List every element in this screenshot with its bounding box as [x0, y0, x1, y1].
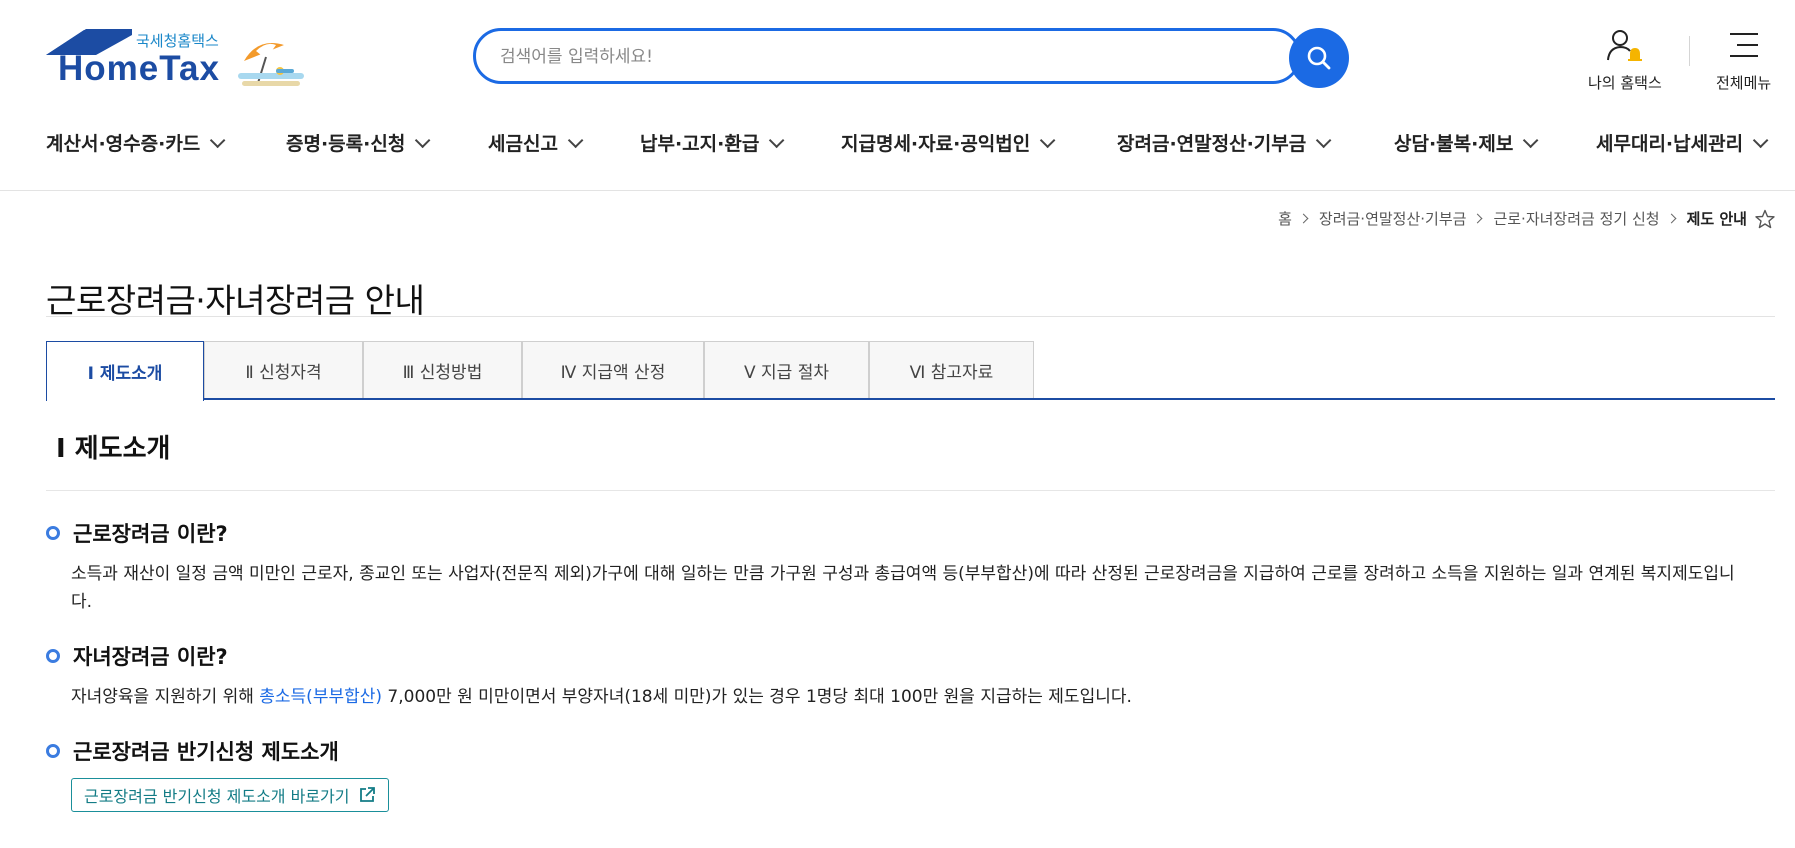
- gnb-item-label: 증명·등록·신청: [286, 132, 406, 155]
- chevron-down-icon: [1523, 132, 1539, 148]
- work-incentive-block: 근로장려금 이란? 소득과 재산이 일정 금액 미만인 근로자, 종교인 또는 …: [46, 518, 1746, 616]
- all-menu-label: 전체메뉴: [1716, 74, 1772, 92]
- all-menu-button[interactable]: 전체메뉴: [1716, 28, 1771, 93]
- tab-procedure[interactable]: Ⅴ 지급 절차: [704, 341, 869, 399]
- gnb-item-consulting[interactable]: 상담·불복·제보: [1394, 124, 1539, 160]
- chevron-right-icon: [1473, 213, 1483, 224]
- chevron-down-icon: [1040, 132, 1056, 148]
- gnb-item-certificate[interactable]: 증명·등록·신청: [286, 124, 431, 160]
- child-incentive-block: 자녀장려금 이란? 자녀양육을 지원하기 위해 총소득(부부합산) 7,000만…: [46, 641, 1746, 711]
- beach-umbrella-icon: [238, 43, 304, 86]
- external-link-icon: [359, 787, 375, 802]
- gnb-item-incentive[interactable]: 장려금·연말정산·기부금: [1117, 124, 1332, 160]
- breadcrumb-current: 제도 안내: [1686, 210, 1747, 228]
- logo-subtitle: 국세청홈택스: [136, 32, 219, 50]
- my-hometax-button[interactable]: 나의 홈택스: [1588, 28, 1662, 93]
- gnb-item-label: 세무대리·납세관리: [1596, 132, 1744, 155]
- breadcrumb-home[interactable]: 홈: [1278, 208, 1292, 229]
- search-box: [473, 28, 1301, 84]
- circle-bullet-icon: [46, 649, 60, 663]
- hometax-logo[interactable]: 국세청홈택스 HomeTax: [46, 27, 306, 97]
- chevron-down-icon: [769, 132, 785, 148]
- breadcrumb: 홈 장려금·연말정산·기부금 근로·자녀장려금 정기 신청 제도 안내: [1278, 208, 1775, 229]
- favorite-star-icon[interactable]: [1755, 209, 1775, 229]
- chevron-right-icon: [1666, 213, 1677, 224]
- tab-underline: [204, 398, 1775, 400]
- tab-intro[interactable]: Ⅰ 제도소개: [46, 341, 204, 401]
- breadcrumb-regular-apply[interactable]: 근로·자녀장려금 정기 신청: [1493, 208, 1659, 229]
- heading-text: 자녀장려금 이란?: [73, 645, 228, 669]
- search-icon: [1307, 46, 1331, 70]
- block-heading: 자녀장려금 이란?: [46, 641, 1746, 671]
- chevron-right-icon: [1298, 213, 1309, 224]
- gnb-item-invoice[interactable]: 계산서·영수증·카드: [46, 124, 226, 160]
- total-income-link[interactable]: 총소득(부부합산): [259, 687, 382, 707]
- block-heading: 근로장려금 반기신청 제도소개: [46, 736, 1746, 766]
- search-button[interactable]: [1289, 28, 1349, 88]
- block-heading: 근로장려금 이란?: [46, 518, 1746, 548]
- chevron-down-icon: [1316, 132, 1332, 148]
- circle-bullet-icon: [46, 744, 60, 758]
- semiannual-intro-link-button[interactable]: 근로장려금 반기신청 제도소개 바로가기: [71, 778, 389, 812]
- page: 국세청홈택스 HomeTax 검색어를 입력하세요! 나의 홈택스 전체메뉴 계…: [0, 0, 1795, 848]
- heading-text: 근로장려금 이란?: [73, 522, 228, 546]
- circle-bullet-icon: [46, 526, 60, 540]
- semiannual-block: 근로장려금 반기신청 제도소개 근로장려금 반기신청 제도소개 바로가기: [46, 736, 1746, 812]
- divider: [46, 316, 1775, 317]
- chevron-down-icon: [415, 132, 431, 148]
- tab-amount[interactable]: Ⅳ 지급액 산정: [522, 341, 704, 399]
- search-input[interactable]: [498, 41, 1242, 73]
- gnb-item-label: 장려금·연말정산·기부금: [1117, 132, 1307, 155]
- body-text: 7,000만 원 미만이면서 부양자녀(18세 미만)가 있는 경우 1명당 최…: [382, 687, 1132, 707]
- tab-how-to-apply[interactable]: Ⅲ 신청방법: [363, 341, 522, 399]
- chevron-down-icon: [1752, 132, 1769, 148]
- gnb-item-payment[interactable]: 납부·고지·환급: [640, 124, 785, 160]
- gnb-item-statements[interactable]: 지급명세·자료·공익법인: [841, 124, 1056, 160]
- button-label: 근로장려금 반기신청 제도소개 바로가기: [84, 787, 350, 806]
- gnb-item-label: 납부·고지·환급: [640, 132, 760, 155]
- gnb-item-tax-report[interactable]: 세금신고: [488, 124, 584, 160]
- block-body: 자녀양육을 지원하기 위해 총소득(부부합산) 7,000만 원 미만이면서 부…: [71, 683, 1746, 711]
- logo-wordmark: HomeTax: [58, 49, 220, 88]
- user-bell-icon: [1606, 30, 1642, 61]
- page-title: 근로장려금·자녀장려금 안내: [46, 281, 425, 321]
- header: 국세청홈택스 HomeTax 검색어를 입력하세요! 나의 홈택스 전체메뉴 계…: [0, 0, 1795, 191]
- gnb-item-label: 계산서·영수증·카드: [46, 132, 201, 155]
- breadcrumb-incentive[interactable]: 장려금·연말정산·기부금: [1319, 208, 1467, 229]
- util-divider: [1689, 36, 1690, 66]
- divider: [46, 490, 1775, 491]
- my-hometax-label: 나의 홈택스: [1588, 74, 1662, 92]
- body-text: 자녀양육을 지원하기 위해: [71, 687, 260, 707]
- global-nav: 계산서·영수증·카드 증명·등록·신청 세금신고 납부·고지·환급 지급명세·자…: [0, 124, 1795, 160]
- section-title: Ⅰ 제도소개: [56, 434, 171, 464]
- heading-text: 근로장려금 반기신청 제도소개: [73, 740, 339, 764]
- chevron-down-icon: [567, 132, 584, 148]
- chevron-down-icon: [210, 132, 226, 148]
- tab-eligibility[interactable]: Ⅱ 신청자격: [204, 341, 363, 399]
- hamburger-menu-icon: [1729, 33, 1758, 57]
- gnb-item-label: 상담·불복·제보: [1394, 132, 1514, 155]
- gnb-item-label: 세금신고: [488, 132, 558, 155]
- gnb-item-label: 지급명세·자료·공익법인: [841, 132, 1031, 155]
- tab-references[interactable]: Ⅵ 참고자료: [869, 341, 1034, 399]
- gnb-item-tax-agent[interactable]: 세무대리·납세관리: [1596, 124, 1769, 160]
- block-body: 소득과 재산이 일정 금액 미만인 근로자, 종교인 또는 사업자(전문직 제외…: [71, 564, 1735, 612]
